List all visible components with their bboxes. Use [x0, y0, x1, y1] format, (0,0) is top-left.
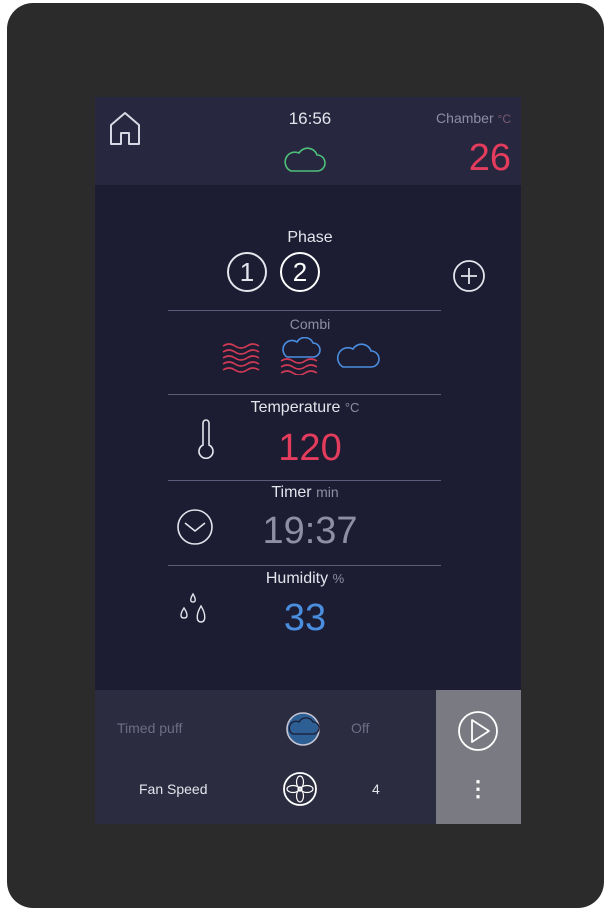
clock: 16:56	[288, 109, 332, 128]
timed-puff-label: Timed puff	[117, 720, 183, 736]
convection-heat-icon[interactable]	[221, 340, 265, 374]
temperature-unit: °C	[344, 400, 360, 415]
timed-puff-icon[interactable]	[283, 710, 323, 748]
divider	[168, 394, 441, 395]
chamber-label-text: Chamber	[436, 110, 494, 126]
humidity-value[interactable]: 33	[255, 597, 355, 639]
phase-label: Phase	[287, 229, 333, 246]
phase-2-number: 2	[292, 257, 308, 287]
chamber-temperature: 26	[468, 137, 511, 179]
thermometer-icon	[198, 419, 214, 459]
start-play-icon[interactable]	[456, 709, 500, 753]
add-phase-icon[interactable]	[452, 259, 486, 293]
divider	[168, 310, 441, 311]
phase-1-button[interactable]: 1	[227, 252, 267, 292]
timed-puff-value: Off	[351, 720, 370, 736]
combi-steam-heat-icon[interactable]	[277, 337, 325, 375]
oven-screen: 16:56 Chamber °C 26 Phase 1 2 Combi Temp…	[95, 97, 521, 824]
steam-icon[interactable]	[335, 343, 381, 371]
more-options-button[interactable]: ⋮	[461, 776, 495, 802]
fan-speed-value: 4	[372, 781, 380, 797]
bottom-panel: Timed puff Off Fan Speed 4	[95, 690, 436, 824]
fan-icon[interactable]	[281, 770, 319, 808]
chamber-unit: °C	[497, 112, 511, 126]
timer-unit: min	[316, 484, 339, 500]
divider	[168, 480, 441, 481]
timer-value[interactable]: 19:37	[235, 510, 385, 552]
action-panel: ⋮	[436, 690, 521, 824]
timer-label: Timer min	[215, 484, 395, 502]
temperature-label: Temperature °C	[205, 399, 405, 417]
temperature-label-text: Temperature	[250, 399, 341, 416]
timer-label-text: Timer	[271, 484, 312, 501]
humidity-label: Humidity %	[225, 570, 385, 588]
clock-icon	[177, 509, 213, 545]
phase-2-button[interactable]: 2	[280, 252, 320, 292]
temperature-value[interactable]: 120	[245, 427, 375, 469]
humidity-label-text: Humidity	[265, 570, 329, 587]
home-icon[interactable]	[108, 110, 142, 146]
mode-label: Combi	[289, 316, 331, 332]
water-drops-icon	[180, 592, 206, 623]
phase-1-number: 1	[239, 257, 255, 287]
top-bar: 16:56 Chamber °C 26	[95, 97, 521, 185]
chamber-label: Chamber °C	[436, 110, 511, 126]
humidity-unit: %	[332, 571, 345, 586]
fan-speed-label: Fan Speed	[139, 781, 208, 797]
divider	[168, 565, 441, 566]
cloud-status-icon	[284, 147, 326, 172]
